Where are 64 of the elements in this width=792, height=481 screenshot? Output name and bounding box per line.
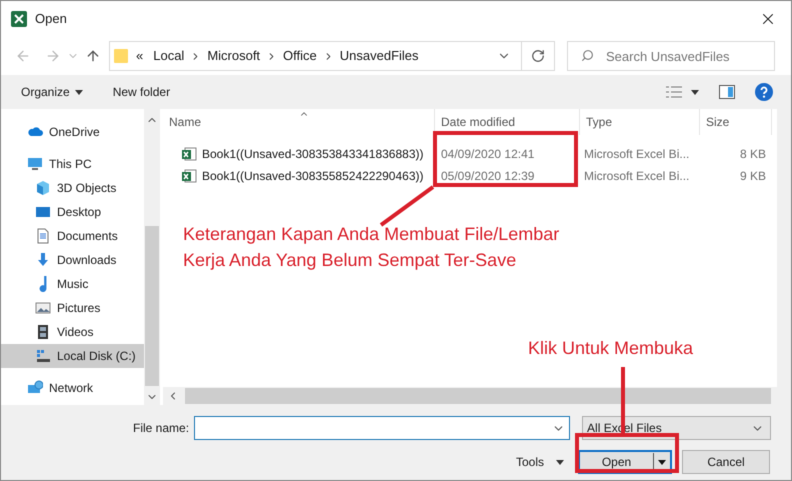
cube-icon — [35, 180, 51, 196]
caret-icon[interactable] — [691, 90, 699, 94]
column-header[interactable]: Type — [580, 109, 700, 135]
network-icon — [27, 380, 43, 396]
window-title: Open — [35, 10, 67, 28]
annotation-text: Klik Untuk Membuka — [528, 337, 694, 360]
tools-button[interactable]: Tools — [516, 453, 564, 471]
type-cell: Microsoft Excel Bi... — [584, 169, 690, 183]
file-name-label: File name: — [133, 420, 190, 437]
address-field[interactable]: « Local Microsoft Office UnsavedFiles — [109, 41, 555, 71]
file-name[interactable]: Book1((Unsaved-308355852422290463)) — [202, 167, 424, 185]
sidebar-item[interactable]: Documents — [1, 224, 144, 248]
caret-icon — [74, 90, 83, 94]
help-icon[interactable] — [755, 83, 773, 101]
sidebar-item[interactable]: This PC — [1, 152, 144, 176]
sidebar-item[interactable]: Pictures — [1, 296, 144, 320]
monitor-icon — [27, 156, 43, 172]
caret-icon — [556, 460, 564, 464]
sidebar-item[interactable]: Desktop — [1, 200, 144, 224]
sidebar-item[interactable]: Network — [1, 376, 144, 400]
up-icon[interactable] — [85, 48, 101, 64]
sidebar-item[interactable]: Videos — [1, 320, 144, 344]
size-cell: 9 KB — [740, 169, 766, 183]
organize-button[interactable]: Organize — [21, 83, 83, 101]
size-cell: 8 KB — [740, 147, 766, 161]
folder-icon — [114, 48, 128, 64]
breadcrumb-item[interactable]: UnsavedFiles — [340, 46, 419, 66]
breadcrumb-item[interactable]: Local — [153, 46, 184, 66]
excel-file-icon — [181, 168, 197, 184]
search-icon — [581, 49, 594, 62]
drive-icon — [35, 348, 51, 364]
document-icon — [35, 228, 51, 244]
pictures-icon — [35, 300, 51, 316]
film-icon — [35, 324, 51, 340]
preview-pane-icon[interactable] — [719, 85, 735, 99]
file-name-field[interactable] — [194, 416, 570, 440]
annotation-text: Keterangan Kapan Anda Membuat File/Lembar Kerja Anda Yang Belum Sempat Ter-Save — [183, 223, 560, 272]
type-cell: Microsoft Excel Bi... — [584, 147, 690, 161]
music-note-icon — [39, 276, 47, 292]
excel-logo-icon — [11, 11, 27, 27]
file-name[interactable]: Book1((Unsaved-308353843341836883)) — [202, 145, 424, 163]
breadcrumb-item[interactable]: Microsoft — [207, 46, 260, 66]
excel-file-icon — [181, 146, 197, 162]
caret-icon — [658, 460, 666, 464]
sidebar-item[interactable]: Downloads — [1, 248, 144, 272]
sidebar-item[interactable]: 3D Objects — [1, 176, 144, 200]
search-field[interactable]: Search UnsavedFiles — [567, 41, 775, 71]
sidebar-item[interactable]: Music — [1, 272, 144, 296]
sidebar-item[interactable]: OneDrive — [1, 120, 144, 144]
sidebar-item[interactable]: Local Disk (C:) — [1, 344, 144, 368]
refresh-icon[interactable] — [531, 49, 545, 63]
cancel-button[interactable]: Cancel — [682, 450, 770, 474]
view-list-icon[interactable] — [665, 85, 683, 99]
leader-line — [379, 185, 435, 227]
breadcrumb-overflow[interactable]: « — [136, 46, 144, 66]
breadcrumb-item[interactable]: Office — [283, 46, 317, 66]
column-header[interactable]: Name — [163, 109, 435, 135]
desktop-icon — [35, 204, 51, 220]
date-cell: 04/09/2020 12:41 — [441, 147, 534, 161]
new-folder-button[interactable]: New folder — [112, 83, 170, 101]
column-header[interactable]: Size — [700, 109, 772, 135]
date-cell: 05/09/2020 12:39 — [441, 169, 534, 183]
download-icon — [35, 252, 51, 268]
column-header[interactable]: Date modified — [435, 109, 580, 135]
